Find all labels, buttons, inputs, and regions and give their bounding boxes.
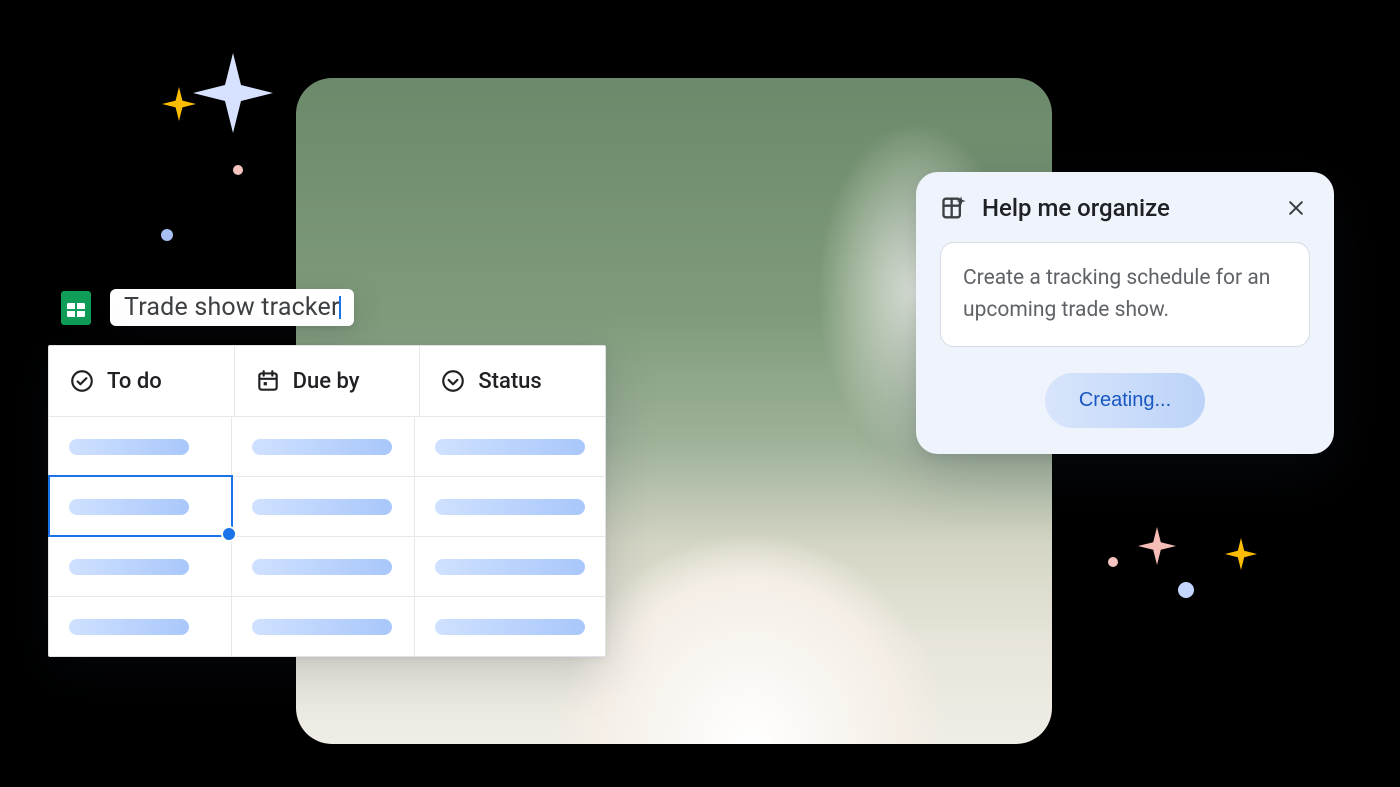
table-row — [49, 416, 605, 476]
check-circle-icon — [69, 368, 95, 394]
decorative-dot — [1178, 582, 1194, 598]
close-icon — [1286, 198, 1306, 218]
close-button[interactable] — [1282, 194, 1310, 222]
column-label: Status — [478, 369, 541, 394]
cell-placeholder[interactable] — [232, 536, 415, 596]
cell-placeholder[interactable] — [49, 476, 232, 536]
chevron-circle-icon — [440, 368, 466, 394]
sparkle-icon — [162, 87, 196, 121]
sparkle-icon — [193, 53, 273, 133]
prompt-input[interactable]: Create a tracking schedule for an upcomi… — [940, 242, 1310, 347]
column-label: Due by — [293, 369, 360, 394]
column-header-dueby[interactable]: Due by — [235, 346, 421, 416]
calendar-icon — [255, 368, 281, 394]
column-label: To do — [107, 369, 162, 394]
cell-placeholder[interactable] — [232, 416, 415, 476]
marketing-composite: Trade show tracker To do Due by Status — [0, 0, 1400, 787]
cell-placeholder[interactable] — [49, 536, 232, 596]
panel-title: Help me organize — [982, 194, 1268, 222]
table-row — [49, 596, 605, 656]
help-me-organize-panel: Help me organize Create a tracking sched… — [916, 172, 1334, 454]
cell-placeholder[interactable] — [232, 476, 415, 536]
header-row: To do Due by Status — [49, 346, 605, 416]
cell-placeholder[interactable] — [415, 416, 605, 476]
decorative-dot — [233, 165, 243, 175]
table-row — [49, 536, 605, 596]
cell-placeholder[interactable] — [49, 596, 232, 656]
cell-placeholder[interactable] — [49, 416, 232, 476]
decorative-dot — [1108, 557, 1118, 567]
cell-placeholder[interactable] — [415, 596, 605, 656]
column-header-status[interactable]: Status — [420, 346, 605, 416]
column-header-todo[interactable]: To do — [49, 346, 235, 416]
cell-placeholder[interactable] — [232, 596, 415, 656]
organize-spark-icon — [940, 194, 968, 222]
spreadsheet-preview: To do Due by Status — [48, 345, 606, 657]
document-title-input[interactable]: Trade show tracker — [110, 289, 354, 326]
google-sheets-icon — [58, 290, 94, 326]
decorative-dot — [161, 229, 173, 241]
table-row — [49, 476, 605, 536]
document-title-row: Trade show tracker — [58, 289, 354, 326]
cell-placeholder[interactable] — [415, 476, 605, 536]
sparkle-icon — [1138, 527, 1176, 565]
creating-button[interactable]: Creating... — [1045, 373, 1205, 428]
cell-placeholder[interactable] — [415, 536, 605, 596]
sparkle-icon — [1225, 538, 1257, 570]
